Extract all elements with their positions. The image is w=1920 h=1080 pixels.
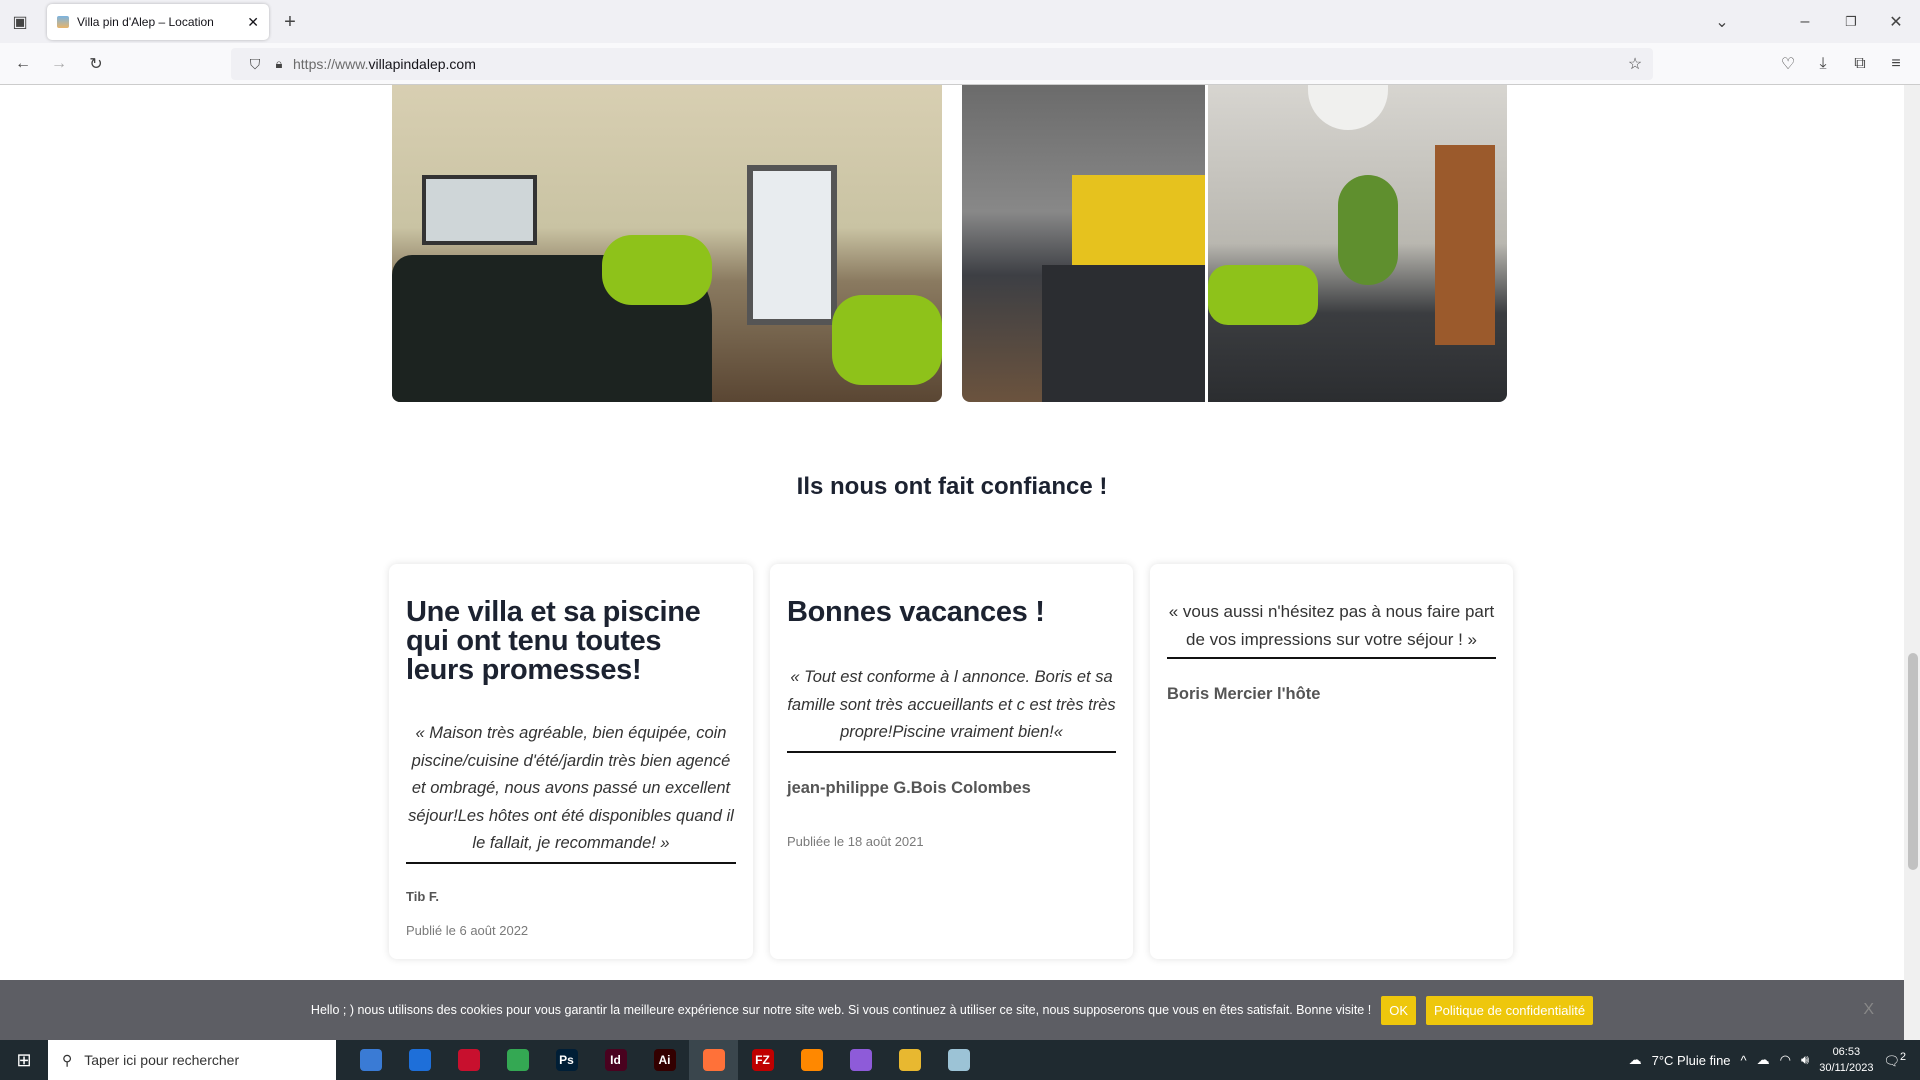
app-glyph	[800, 1049, 823, 1071]
taskbar-app-icon[interactable]: Id	[591, 1040, 640, 1080]
testimonial-author: Tib F.	[406, 888, 439, 904]
app-glyph	[947, 1049, 970, 1071]
app-glyph: Ps	[555, 1049, 578, 1071]
notification-count: 2	[1899, 1050, 1906, 1063]
clock-date: 30/11/2023	[1819, 1062, 1874, 1074]
taskbar-app-icon[interactable]	[395, 1040, 444, 1080]
section-title: Ils nous ont fait confiance !	[796, 473, 1108, 500]
testimonial-card: Bonnes vacances ! « Tout est conforme à …	[770, 564, 1133, 959]
url-domain: villapindalep.com	[368, 56, 476, 72]
cookie-text: Hello ; ) nous utilisons des cookies pou…	[310, 1003, 1372, 1017]
testimonial-date: Publiée le 18 août 2021	[787, 833, 924, 849]
app-glyph	[849, 1049, 872, 1071]
system-tray: ☁ 7°C Pluie fine ^ ☁ ◠ 🔊︎ 06:53 30/11/202…	[1629, 1044, 1920, 1076]
cookie-close-icon[interactable]: X	[1863, 1001, 1874, 1019]
tab-overview-icon[interactable]: ▣	[8, 10, 32, 34]
notifications-icon[interactable]: 🗨︎2	[1883, 1051, 1906, 1069]
show-hidden-icon[interactable]: ^	[1741, 1053, 1747, 1068]
clock[interactable]: 06:53 30/11/2023	[1819, 1044, 1873, 1076]
taskbar-app-icon[interactable]: Ai	[640, 1040, 689, 1080]
testimonial-quote: « vous aussi n'hésitez pas à nous faire …	[1167, 598, 1496, 659]
taskbar-app-icon[interactable]	[689, 1040, 738, 1080]
taskbar-app-icon[interactable]	[346, 1040, 395, 1080]
cookie-ok-button[interactable]: OK	[1381, 995, 1417, 1025]
extensions-icon[interactable]: ⧉	[1848, 52, 1872, 76]
taskbar-app-icon[interactable]	[493, 1040, 542, 1080]
windows-start-icon[interactable]: ⊞	[0, 1040, 48, 1080]
clock-time: 06:53	[1832, 1046, 1861, 1058]
taskbar-app-icon[interactable]	[444, 1040, 493, 1080]
app-glyph: FZ	[751, 1049, 774, 1071]
bookmark-star-icon[interactable]: ☆	[1623, 52, 1647, 76]
taskbar: ⊞ ⚲ Taper ici pour rechercher Ps Id Ai FZ ☁ …	[0, 1040, 1920, 1080]
page-content: Ils nous ont fait confiance ! Une villa …	[0, 85, 1904, 1040]
nav-bar: ← → ↻ ⛉ 🔒︎ https://www. villapindalep.com…	[0, 43, 1920, 85]
testimonial-author: jean-philippe G.Bois Colombes	[787, 778, 1031, 797]
testimonial-date: Publié le 6 août 2022	[406, 922, 529, 938]
testimonial-quote: « Tout est conforme à l annonce. Boris e…	[787, 664, 1116, 753]
url-prefix: https://www.	[293, 56, 369, 72]
shield-icon[interactable]: ⛉	[243, 52, 267, 76]
taskbar-app-icon[interactable]	[787, 1040, 836, 1080]
search-icon: ⚲	[62, 1051, 73, 1068]
tab-title: Villa pin d'Alep – Location	[77, 15, 214, 29]
tab-bar: ▣ Villa pin d'Alep – Location ✕ + ⌄ – ❐ …	[0, 0, 1920, 43]
download-icon[interactable]: ⤓	[1811, 52, 1835, 76]
testimonial-title: Une villa et sa piscine qui ont tenu tou…	[406, 596, 701, 686]
testimonial-card: « vous aussi n'hésitez pas à nous faire …	[1150, 564, 1513, 959]
forward-icon[interactable]: →	[47, 52, 71, 76]
menu-icon[interactable]: ≡	[1884, 52, 1908, 76]
taskbar-app-icon[interactable]	[885, 1040, 934, 1080]
cookie-banner: Hello ; ) nous utilisons des cookies pou…	[0, 980, 1904, 1040]
privacy-policy-button[interactable]: Politique de confidentialité	[1426, 995, 1594, 1025]
volume-icon[interactable]: 🔊︎	[1801, 1052, 1809, 1068]
testimonial-card: Une villa et sa piscine qui ont tenu tou…	[389, 564, 753, 959]
taskbar-app-icon[interactable]	[836, 1040, 885, 1080]
minimize-icon[interactable]: –	[1793, 10, 1817, 34]
app-glyph	[359, 1049, 382, 1071]
url-bar[interactable]: ⛉ 🔒︎ https://www. villapindalep.com ☆	[231, 48, 1653, 80]
new-tab-icon[interactable]: +	[278, 10, 302, 34]
testimonial-author: Boris Mercier l'hôte	[1167, 685, 1321, 703]
app-glyph	[408, 1049, 431, 1071]
taskbar-app-icon[interactable]: FZ	[738, 1040, 787, 1080]
testimonial-quote: « Maison très agréable, bien équipée, co…	[406, 720, 736, 864]
search-placeholder: Taper ici pour rechercher	[84, 1052, 240, 1068]
app-glyph	[702, 1049, 725, 1071]
taskbar-app-icon[interactable]	[934, 1040, 983, 1080]
onedrive-icon[interactable]: ☁	[1757, 1052, 1770, 1068]
wifi-icon[interactable]: ◠	[1780, 1052, 1791, 1068]
taskbar-app-icon[interactable]: Ps	[542, 1040, 591, 1080]
scrollbar[interactable]	[1904, 85, 1920, 1040]
taskbar-search[interactable]: ⚲ Taper ici pour rechercher	[48, 1040, 336, 1080]
reload-icon[interactable]: ↻	[84, 52, 108, 76]
browser-tab[interactable]: Villa pin d'Alep – Location ✕	[47, 4, 269, 40]
app-glyph	[898, 1049, 921, 1071]
lock-icon[interactable]: 🔒︎	[267, 52, 291, 76]
close-window-icon[interactable]: ✕	[1884, 10, 1908, 34]
favicon-icon	[57, 16, 69, 28]
dining-photo	[1208, 85, 1507, 402]
app-glyph	[506, 1049, 529, 1071]
close-tab-icon[interactable]: ✕	[247, 14, 259, 31]
app-glyph: Id	[604, 1049, 627, 1071]
living-room-photo	[392, 85, 942, 402]
testimonial-title: Bonnes vacances !	[787, 596, 1045, 628]
weather-text[interactable]: 7°C Pluie fine	[1652, 1053, 1731, 1068]
back-icon[interactable]: ←	[11, 52, 35, 76]
list-tabs-icon[interactable]: ⌄	[1710, 10, 1734, 34]
restore-icon[interactable]: ❐	[1839, 10, 1863, 34]
taskbar-apps: Ps Id Ai FZ	[346, 1040, 983, 1080]
pocket-icon[interactable]: ♡	[1776, 52, 1800, 76]
scrollbar-thumb[interactable]	[1908, 653, 1918, 870]
kitchen-photo	[962, 85, 1205, 402]
app-glyph	[457, 1049, 480, 1071]
weather-icon[interactable]: ☁	[1629, 1052, 1642, 1068]
app-glyph: Ai	[653, 1049, 676, 1071]
